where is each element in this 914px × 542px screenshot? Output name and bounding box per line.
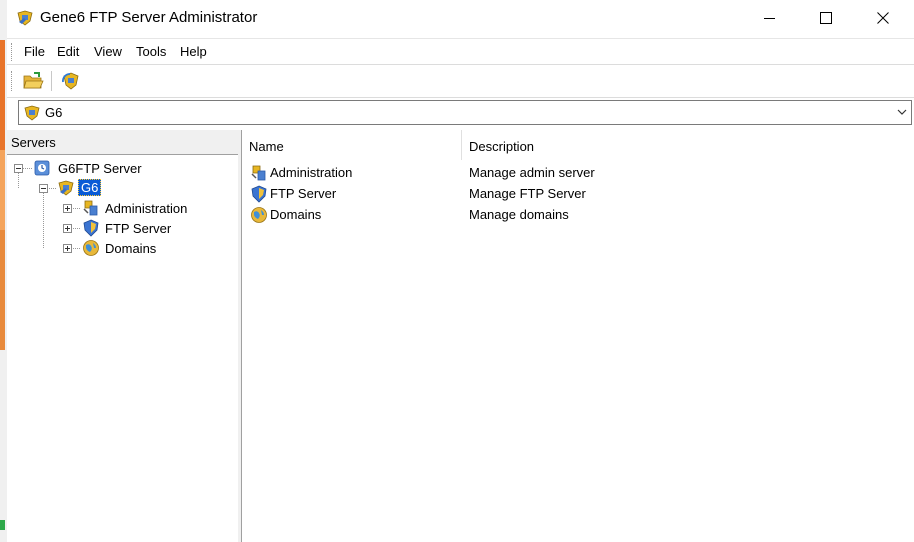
list-item-name: Administration xyxy=(270,165,353,180)
toolbar xyxy=(7,64,914,98)
menu-edit[interactable]: Edit xyxy=(57,44,79,59)
tree-line xyxy=(47,188,56,189)
open-folder-icon[interactable] xyxy=(22,70,44,92)
globe-icon xyxy=(251,207,267,223)
tree-expand-toggle[interactable] xyxy=(63,244,72,253)
list-item-name: Domains xyxy=(270,207,322,222)
server-select-value: G6 xyxy=(45,105,63,120)
chevron-down-icon[interactable] xyxy=(897,107,907,117)
tree-line xyxy=(23,168,32,169)
shield-icon xyxy=(251,185,267,203)
menu-view[interactable]: View xyxy=(94,44,122,59)
list-item-description: Manage domains xyxy=(469,207,569,222)
tree-collapse-toggle[interactable] xyxy=(14,164,23,173)
tree-line xyxy=(71,248,80,249)
details-list-panel: Name Description Administration Manage a… xyxy=(241,130,914,542)
list-item-name: FTP Server xyxy=(270,186,337,201)
server-icon xyxy=(58,180,74,196)
ftp-server-root-icon xyxy=(34,160,50,176)
admin-icon xyxy=(251,165,266,181)
maximize-icon xyxy=(820,12,832,24)
tree-item-domains[interactable]: Domains xyxy=(105,241,156,256)
tree-expand-toggle[interactable] xyxy=(63,224,72,233)
title-bar[interactable]: Gene6 FTP Server Administrator xyxy=(7,0,914,36)
tree-item-ftp-server[interactable]: FTP Server xyxy=(105,221,171,236)
maximize-button[interactable] xyxy=(803,0,849,36)
list-item[interactable]: FTP Server Manage FTP Server xyxy=(242,184,914,205)
tree-item-g6ftp-server[interactable]: G6FTP Server xyxy=(58,161,142,176)
menu-bar: File Edit View Tools Help xyxy=(7,38,914,65)
server-icon xyxy=(24,105,40,121)
server-select[interactable]: G6 xyxy=(18,100,912,125)
column-header-description-label: Description xyxy=(469,139,535,154)
window-title: Gene6 FTP Server Administrator xyxy=(40,9,258,26)
app-window: Gene6 FTP Server Administrator File Edit… xyxy=(7,0,914,542)
list-item[interactable]: Administration Manage admin server xyxy=(242,163,914,184)
tree-expand-toggle[interactable] xyxy=(63,204,72,213)
tree-collapse-toggle[interactable] xyxy=(39,184,48,193)
servers-panel-title: Servers xyxy=(11,135,56,150)
servers-panel-header: Servers xyxy=(7,130,238,155)
list-item[interactable]: Domains Manage domains xyxy=(242,205,914,226)
menu-file[interactable]: File xyxy=(24,44,45,59)
servers-tree-panel: Servers G6FTP Server G6 Administration F… xyxy=(7,130,239,542)
column-header-name-label: Name xyxy=(249,139,284,154)
toolbar-grip[interactable] xyxy=(11,71,14,91)
tree-item-g6[interactable]: G6 xyxy=(78,179,102,196)
tree-line xyxy=(43,193,44,248)
column-header-name[interactable]: Name xyxy=(242,130,462,160)
minimize-button[interactable] xyxy=(746,0,792,36)
background-window-strip xyxy=(0,0,7,542)
close-button[interactable] xyxy=(860,0,906,36)
admin-icon xyxy=(83,200,98,216)
list-item-description: Manage admin server xyxy=(469,165,595,180)
close-icon xyxy=(877,12,889,24)
list-item-description: Manage FTP Server xyxy=(469,186,586,201)
toolbar-separator xyxy=(51,71,52,91)
menu-grip[interactable] xyxy=(11,43,14,61)
tree-line xyxy=(71,228,80,229)
tree-item-administration[interactable]: Administration xyxy=(105,201,187,216)
minimize-icon xyxy=(763,17,775,19)
menu-help[interactable]: Help xyxy=(180,44,207,59)
column-header-description[interactable]: Description xyxy=(462,130,914,160)
tree-line xyxy=(18,173,19,188)
globe-icon xyxy=(83,240,99,256)
tree-line xyxy=(71,208,80,209)
shield-icon xyxy=(83,219,99,237)
app-icon xyxy=(17,10,33,26)
menu-tools[interactable]: Tools xyxy=(136,44,166,59)
refresh-server-icon[interactable] xyxy=(60,70,82,92)
